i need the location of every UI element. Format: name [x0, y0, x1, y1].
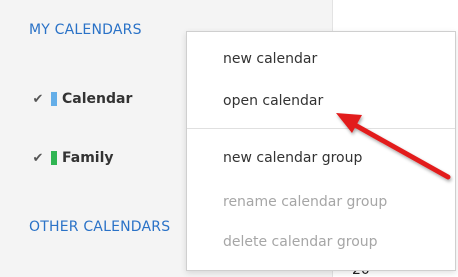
calendar-name: Family [62, 150, 114, 166]
menu-separator [187, 128, 455, 129]
checkmark-icon: ✔ [32, 91, 44, 107]
checkmark-icon: ✔ [32, 150, 44, 166]
calendar-item-family[interactable]: ✔ Family [31, 147, 114, 169]
calendar-item-calendar[interactable]: ✔ Calendar [31, 88, 133, 110]
menu-item-rename-calendar-group: rename calendar group [223, 194, 388, 210]
my-calendars-heading[interactable]: MY CALENDARS [29, 22, 142, 38]
menu-item-new-calendar-group[interactable]: new calendar group [223, 150, 362, 166]
menu-item-delete-calendar-group: delete calendar group [223, 234, 378, 250]
color-swatch-family [51, 151, 57, 165]
menu-item-open-calendar[interactable]: open calendar [223, 93, 323, 109]
context-menu: new calendar open calendar new calendar … [186, 31, 456, 271]
calendar-name: Calendar [62, 91, 133, 107]
color-swatch-calendar [51, 92, 57, 106]
calendar-app: MY CALENDARS ✔ Calendar ✔ Family OTHER C… [0, 0, 458, 277]
menu-item-new-calendar[interactable]: new calendar [223, 51, 317, 67]
other-calendars-heading[interactable]: OTHER CALENDARS [29, 219, 170, 235]
